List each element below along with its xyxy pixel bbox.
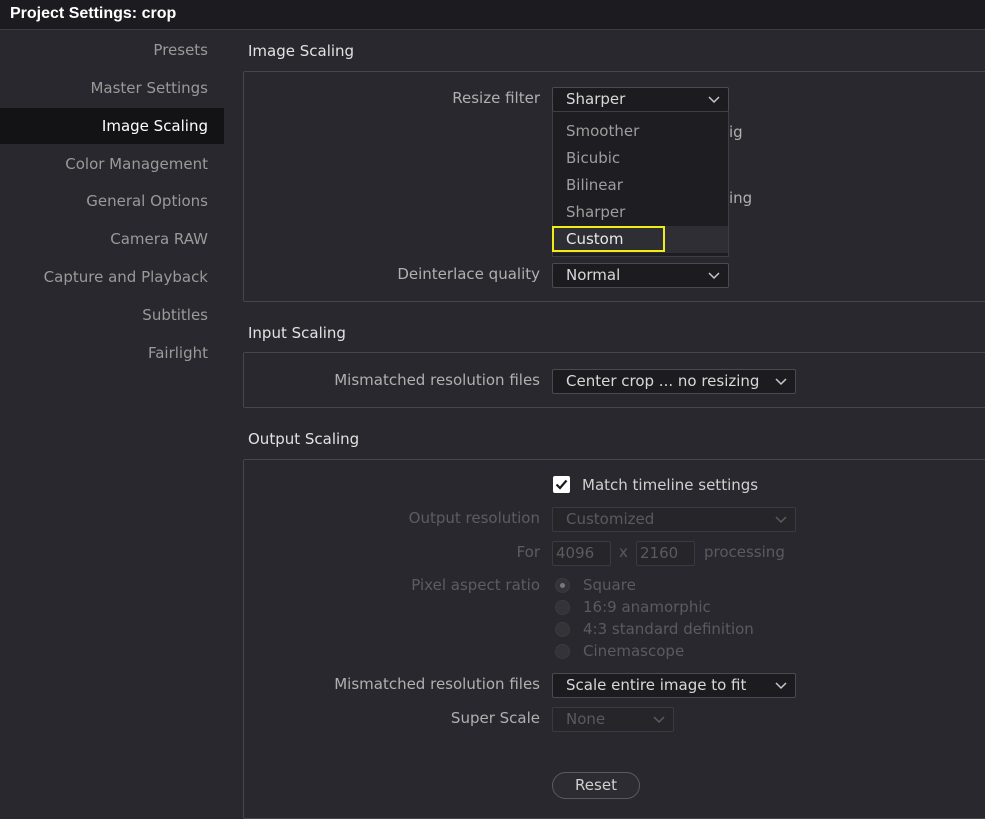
input-mismatched-value: Center crop ... no resizing xyxy=(566,372,760,390)
sidebar-item-general-options[interactable]: General Options xyxy=(0,183,224,219)
sidebar-item-capture-playback[interactable]: Capture and Playback xyxy=(0,259,224,295)
settings-sidebar: Presets Master Settings Image Scaling Co… xyxy=(0,31,225,800)
chevron-down-icon xyxy=(775,378,787,386)
chevron-down-icon xyxy=(775,516,787,524)
output-mismatched-select[interactable]: Scale entire image to fit xyxy=(552,673,796,698)
resize-filter-value: Sharper xyxy=(566,90,626,108)
radio-cinemascope[interactable] xyxy=(555,644,570,659)
for-label: For xyxy=(516,543,540,561)
image-scaling-title: Image Scaling xyxy=(248,42,355,60)
input-mismatched-select[interactable]: Center crop ... no resizing xyxy=(552,369,796,394)
output-resolution-select[interactable]: Customized xyxy=(552,507,796,532)
output-resolution-label: Output resolution xyxy=(408,509,540,527)
radio-16-9-anamorphic[interactable] xyxy=(555,600,570,615)
height-input[interactable]: 2160 xyxy=(636,541,695,566)
dropdown-option-bilinear[interactable]: Bilinear xyxy=(553,172,728,199)
sidebar-item-image-scaling[interactable]: Image Scaling xyxy=(0,108,224,144)
radio-16-9-label: 16:9 anamorphic xyxy=(583,598,711,616)
chevron-down-icon xyxy=(775,682,787,690)
checkmark-icon xyxy=(555,479,568,490)
obscured-label-2: ing xyxy=(729,189,753,207)
radio-4-3-standard[interactable] xyxy=(555,622,570,637)
radio-square[interactable] xyxy=(555,578,570,593)
sidebar-item-master-settings[interactable]: Master Settings xyxy=(0,70,224,106)
radio-square-label: Square xyxy=(583,576,636,594)
resize-filter-dropdown-list: Smoother Bicubic Bilinear Sharper Custom xyxy=(552,111,729,257)
resize-filter-select[interactable]: Sharper xyxy=(552,87,729,112)
sidebar-item-presets[interactable]: Presets xyxy=(0,32,224,68)
deinterlace-quality-select[interactable]: Normal xyxy=(552,263,729,288)
output-mismatched-label: Mismatched resolution files xyxy=(334,675,540,693)
deinterlace-quality-label: Deinterlace quality xyxy=(397,265,540,283)
sidebar-item-subtitles[interactable]: Subtitles xyxy=(0,297,224,333)
deinterlace-quality-value: Normal xyxy=(566,266,621,284)
title-bar: Project Settings: crop xyxy=(0,0,985,30)
chevron-down-icon xyxy=(653,716,665,724)
input-mismatched-label: Mismatched resolution files xyxy=(334,371,540,389)
super-scale-select[interactable]: None xyxy=(552,707,674,732)
radio-cinemascope-label: Cinemascope xyxy=(583,642,685,660)
output-mismatched-value: Scale entire image to fit xyxy=(566,676,747,694)
dropdown-option-smoother[interactable]: Smoother xyxy=(553,118,728,145)
super-scale-label: Super Scale xyxy=(450,709,540,727)
processing-label: processing xyxy=(704,543,785,561)
input-scaling-title: Input Scaling xyxy=(248,324,346,342)
match-timeline-label: Match timeline settings xyxy=(582,476,759,494)
dropdown-option-custom[interactable]: Custom xyxy=(553,226,728,253)
reset-button[interactable]: Reset xyxy=(552,772,640,799)
match-timeline-checkbox[interactable] xyxy=(553,476,570,493)
dimension-separator: x xyxy=(619,543,628,561)
width-input[interactable]: 4096 xyxy=(552,541,611,566)
chevron-down-icon xyxy=(708,272,720,280)
pixel-aspect-ratio-label: Pixel aspect ratio xyxy=(411,576,540,594)
sidebar-item-fairlight[interactable]: Fairlight xyxy=(0,335,224,371)
window-title: Project Settings: crop xyxy=(10,5,177,22)
obscured-label-1: ig xyxy=(729,123,743,141)
output-scaling-title: Output Scaling xyxy=(248,430,360,448)
radio-4-3-label: 4:3 standard definition xyxy=(583,620,754,638)
resize-filter-label: Resize filter xyxy=(452,89,540,107)
chevron-down-icon xyxy=(708,96,720,104)
output-resolution-value: Customized xyxy=(566,510,655,528)
dropdown-option-bicubic[interactable]: Bicubic xyxy=(553,145,728,172)
sidebar-item-camera-raw[interactable]: Camera RAW xyxy=(0,221,224,257)
sidebar-item-color-management[interactable]: Color Management xyxy=(0,146,224,182)
dropdown-option-sharper[interactable]: Sharper xyxy=(553,199,728,226)
super-scale-value: None xyxy=(566,710,606,728)
